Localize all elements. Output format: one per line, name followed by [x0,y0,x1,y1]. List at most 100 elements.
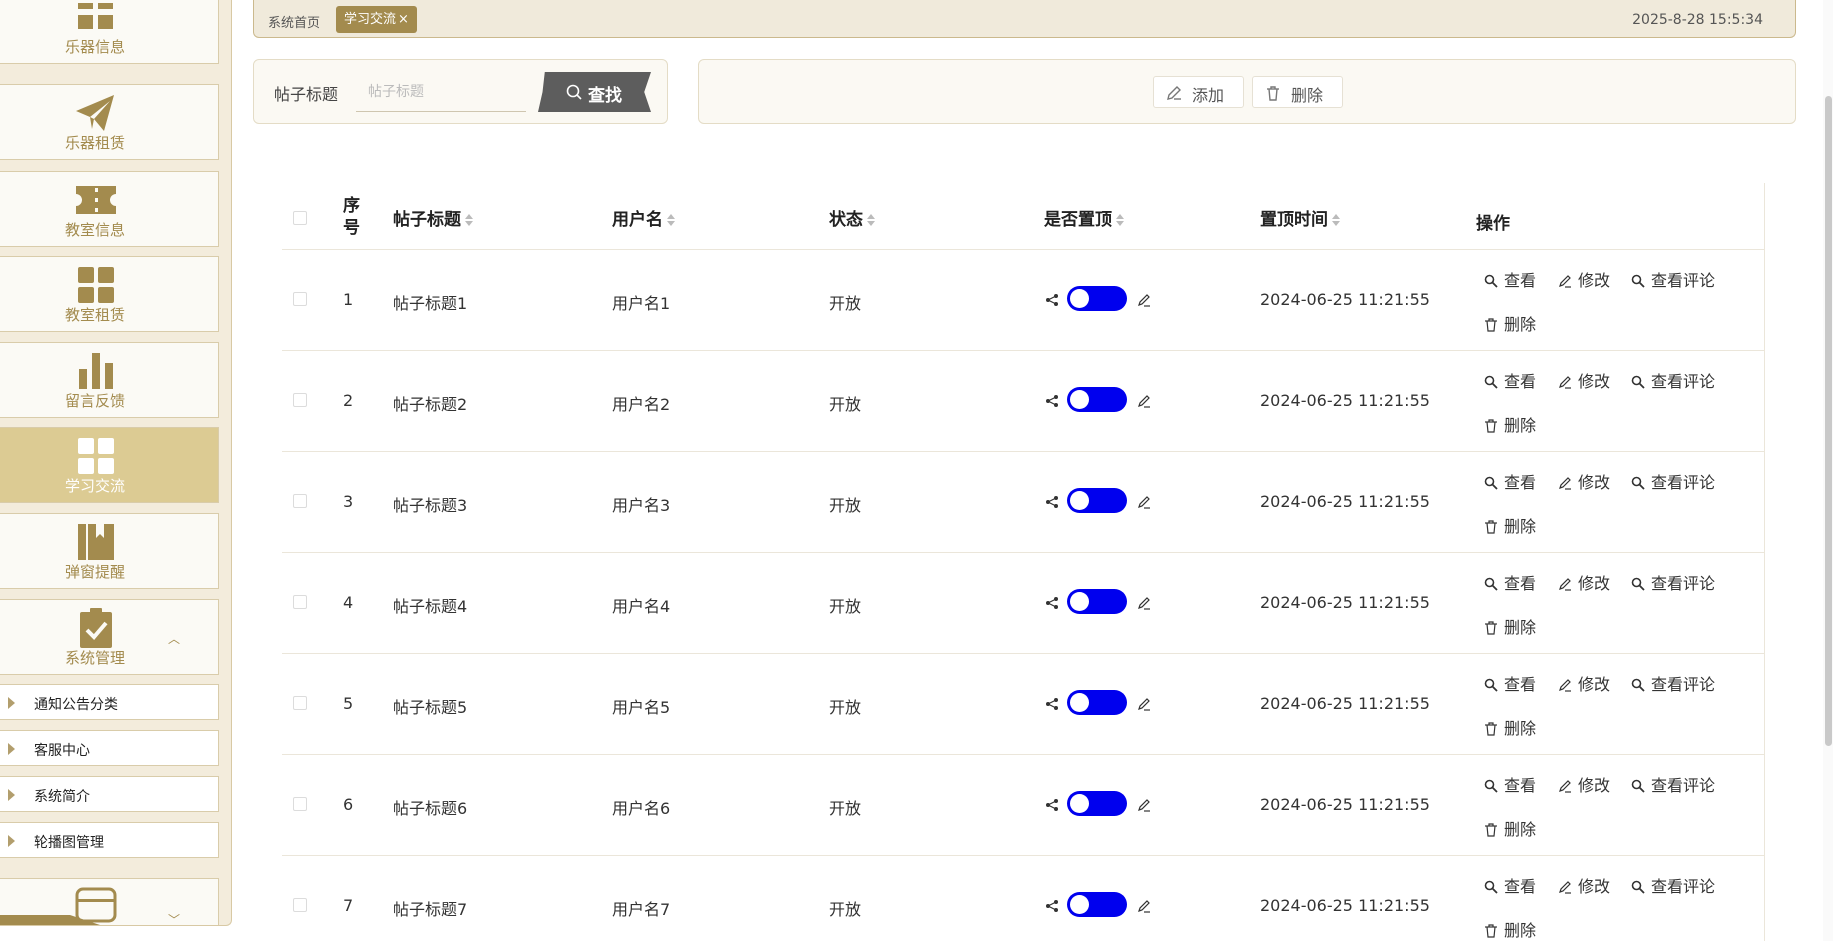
row-checkbox[interactable] [293,494,307,508]
row-title: 帖子标题1 [393,294,468,313]
edit-button[interactable]: 修改 [1558,772,1610,796]
pinned-toggle[interactable] [1067,791,1127,816]
delete-row-button[interactable]: 删除 [1484,513,1536,537]
sidebar-item-classroom-info[interactable]: 教室信息 [0,171,219,247]
view-comments-label: 查看评论 [1651,877,1716,896]
share-icon[interactable] [1045,394,1059,408]
sidebar-subitem-system-intro[interactable]: 系统简介 [0,776,219,812]
view-comments-button[interactable]: 查看评论 [1631,267,1715,291]
sidebar-subitem-carousel-management[interactable]: 轮播图管理 [0,822,219,858]
datetime-display: 2025-8-28 15:5:34 [1632,12,1763,28]
delete-row-button[interactable]: 删除 [1484,412,1536,436]
pinned-toggle[interactable] [1067,286,1127,311]
pinned-toggle[interactable] [1067,589,1127,614]
close-icon[interactable]: × [398,12,409,27]
edit-button[interactable]: 修改 [1558,368,1610,392]
search-input[interactable] [356,72,526,112]
share-icon[interactable] [1045,798,1059,812]
edit-button[interactable]: 修改 [1558,469,1610,493]
row-checkbox[interactable] [293,393,307,407]
delete-row-button[interactable]: 删除 [1484,614,1536,638]
chevron-down-icon[interactable]: ﹀ [168,911,180,925]
header-operations: 操作 [1476,214,1510,234]
tab-study-exchange[interactable]: 学习交流 × [336,6,417,33]
sidebar-subitem-customer-service[interactable]: 客服中心 [0,730,219,766]
search-button[interactable]: 查找 [538,72,651,112]
row-checkbox[interactable] [293,797,307,811]
view-comments-button[interactable]: 查看评论 [1631,873,1715,897]
pencil-icon[interactable] [1137,697,1151,711]
row-checkbox[interactable] [293,595,307,609]
add-button[interactable]: 添加 [1153,76,1244,108]
pencil-icon[interactable] [1137,293,1151,307]
sidebar-item-study-exchange[interactable]: 学习交流 [0,427,219,503]
sort-icon[interactable] [465,214,473,226]
scrollbar-thumb[interactable] [1825,96,1832,746]
row-index: 4 [343,593,354,612]
row-status: 开放 [829,395,862,414]
scrollbar[interactable] [1823,0,1833,941]
sort-icon[interactable] [1332,214,1340,226]
view-button[interactable]: 查看 [1484,469,1536,493]
pinned-toggle[interactable] [1067,387,1127,412]
pinned-toggle[interactable] [1067,488,1127,513]
edit-button[interactable]: 修改 [1558,873,1610,897]
view-comments-button[interactable]: 查看评论 [1631,368,1715,392]
pinned-toggle[interactable] [1067,690,1127,715]
sort-icon[interactable] [867,214,875,226]
pencil-icon [1559,780,1571,793]
sort-icon[interactable] [1116,214,1124,226]
share-icon[interactable] [1045,495,1059,509]
share-icon[interactable] [1045,293,1059,307]
header-pinned[interactable]: 是否置顶 [1044,205,1124,230]
view-comments-button[interactable]: 查看评论 [1631,570,1715,594]
header-pin-time[interactable]: 置顶时间 [1260,205,1340,230]
row-checkbox[interactable] [293,292,307,306]
delete-row-button[interactable]: 删除 [1484,917,1536,941]
table-row: 7 帖子标题7 用户名7 开放 2024-06-25 11:21:55 查看 修… [282,856,1765,941]
header-status[interactable]: 状态 [829,205,875,230]
view-button[interactable]: 查看 [1484,772,1536,796]
sidebar-item-feedback[interactable]: 留言反馈 [0,342,219,418]
edit-button[interactable]: 修改 [1558,671,1610,695]
header-username[interactable]: 用户名 [612,205,675,230]
sidebar-item-system-management[interactable]: 系统管理 ︿ [0,599,219,675]
share-icon[interactable] [1045,697,1059,711]
view-comments-button[interactable]: 查看评论 [1631,469,1715,493]
view-button[interactable]: 查看 [1484,267,1536,291]
pencil-icon[interactable] [1137,798,1151,812]
pencil-icon[interactable] [1137,596,1151,610]
view-button[interactable]: 查看 [1484,368,1536,392]
share-icon[interactable] [1045,899,1059,913]
sidebar-item-classroom-rental[interactable]: 教室租赁 [0,256,219,332]
select-all-checkbox[interactable] [293,211,307,225]
pinned-toggle[interactable] [1067,892,1127,917]
toggle-knob [1070,794,1089,813]
sidebar-item-popup-reminder[interactable]: 弹窗提醒 [0,513,219,589]
chevron-up-icon[interactable]: ︿ [168,630,180,647]
sidebar-item-instrument-info[interactable]: 乐器信息 [0,0,219,64]
sidebar-subitem-notice-category[interactable]: 通知公告分类 [0,684,219,720]
row-checkbox[interactable] [293,898,307,912]
delete-button[interactable]: 删除 [1252,76,1343,108]
edit-button[interactable]: 修改 [1558,267,1610,291]
tab-home[interactable]: 系统首页 [268,12,320,31]
view-button[interactable]: 查看 [1484,671,1536,695]
sidebar-item-instrument-rental[interactable]: 乐器租赁 [0,84,219,160]
view-button[interactable]: 查看 [1484,570,1536,594]
view-comments-button[interactable]: 查看评论 [1631,671,1715,695]
view-comments-button[interactable]: 查看评论 [1631,772,1715,796]
pencil-icon[interactable] [1137,394,1151,408]
share-icon[interactable] [1045,596,1059,610]
row-title: 帖子标题6 [393,799,468,818]
pencil-icon[interactable] [1137,899,1151,913]
delete-row-button[interactable]: 删除 [1484,816,1536,840]
view-button[interactable]: 查看 [1484,873,1536,897]
delete-row-button[interactable]: 删除 [1484,311,1536,335]
header-title[interactable]: 帖子标题 [393,205,473,230]
delete-row-button[interactable]: 删除 [1484,715,1536,739]
edit-button[interactable]: 修改 [1558,570,1610,594]
pencil-icon[interactable] [1137,495,1151,509]
sort-icon[interactable] [667,214,675,226]
row-checkbox[interactable] [293,696,307,710]
